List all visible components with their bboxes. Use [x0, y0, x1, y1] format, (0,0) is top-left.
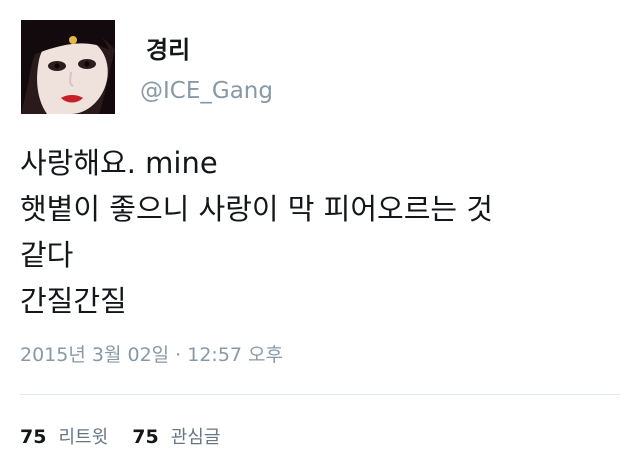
retweet-label: 리트윗 [58, 427, 109, 448]
avatar[interactable] [21, 20, 115, 114]
tweet-text-line: 같다 [20, 238, 74, 272]
like-count: 75 [132, 426, 159, 448]
tweet-card: 경리 @ICE_Gang 사랑해요. mine 햇볕이 좋으니 사랑이 막 피어… [0, 0, 640, 471]
tweet-stats: 75 리트윗 75 관심글 [20, 423, 238, 449]
like-stat[interactable]: 75 관심글 [132, 423, 220, 449]
display-name[interactable]: 경리 [146, 30, 190, 65]
divider [20, 394, 620, 395]
tweet-text-line: 햇볕이 좋으니 사랑이 막 피어오르는 것 [20, 192, 493, 226]
retweet-count: 75 [20, 426, 47, 448]
retweet-stat[interactable]: 75 리트윗 [20, 423, 108, 449]
avatar-photo-icon [21, 20, 115, 114]
tweet-text: 사랑해요. mine 햇볕이 좋으니 사랑이 막 피어오르는 것 같다 간질간질 [20, 140, 620, 324]
like-label: 관심글 [170, 427, 221, 448]
tweet-timestamp[interactable]: 2015년 3월 02일 · 12:57 오후 [20, 340, 283, 367]
tweet-text-line: 간질간질 [20, 284, 127, 318]
user-handle[interactable]: @ICE_Gang [140, 78, 273, 104]
tweet-text-line: 사랑해요. mine [20, 146, 218, 180]
